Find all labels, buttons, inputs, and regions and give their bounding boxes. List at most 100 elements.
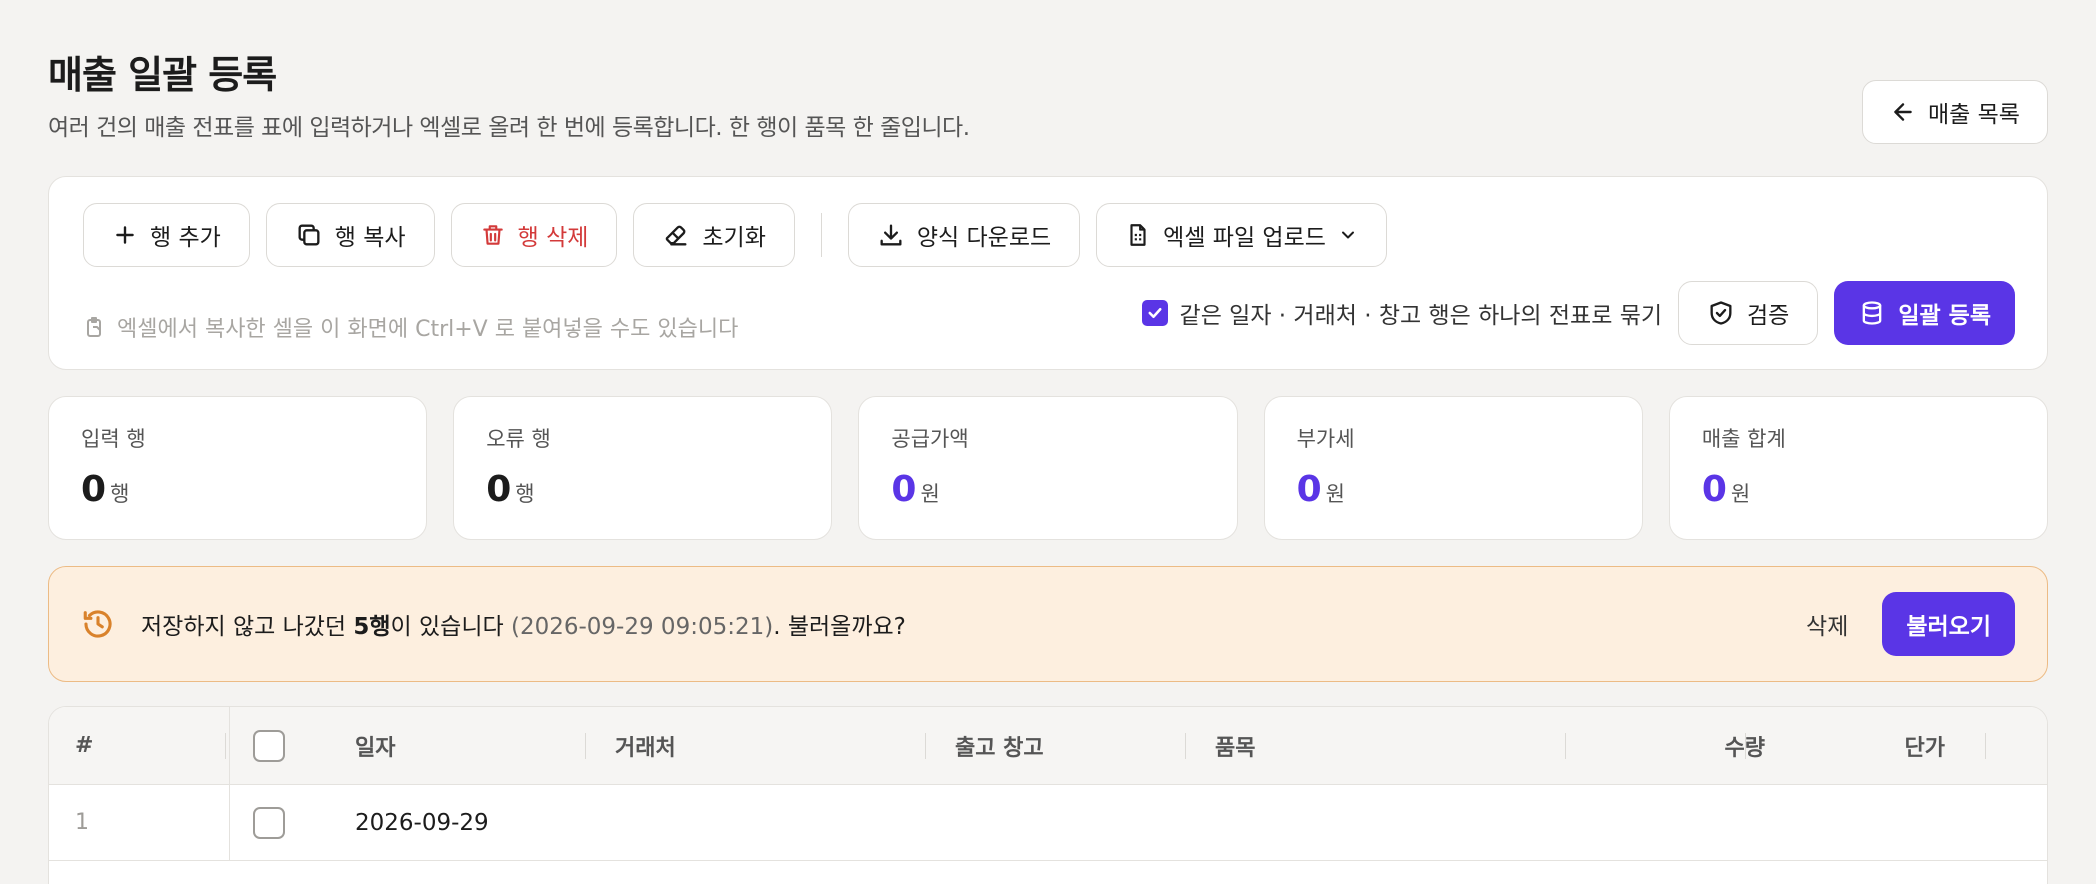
load-draft-label: 불러오기 [1906,614,1991,640]
entry-table: # 일자 거래처 출고 창고 품목 수량 단가 1 2026-09-29 [48,706,2048,884]
stat-card-input-rows: 입력 행 0 행 [48,396,428,540]
banner-prefix: 저장하지 않고 나갔던 [141,614,354,640]
column-separator [1745,733,1746,759]
stat-unit: 원 [1325,482,1345,506]
restore-draft-message: 저장하지 않고 나갔던 5행이 있습니다 (2026-09-29 09:05:2… [141,607,906,641]
stat-unit: 원 [920,482,940,506]
download-template-button[interactable]: 양식 다운로드 [847,203,1081,267]
page-subtitle: 여러 건의 매출 전표를 표에 입력하거나 엑셀로 올려 한 번에 등록합니다.… [48,115,970,141]
paste-hint: 엑셀에서 복사한 셀을 이 화면에 Ctrl+V 로 붙여넣을 수도 있습니다 [83,295,738,359]
copy-row-label: 행 복사 [334,225,406,251]
database-icon [1863,301,1882,325]
back-to-list-button[interactable]: 매출 목록 [1862,80,2048,144]
stat-unit: 원 [1730,482,1751,506]
toolbar-card: 행 추가 행 복사 행 삭제 초기화 양식 다운로드 엑셀 파일 업로드 엑셀에… [48,176,2048,370]
column-separator [1985,733,1986,759]
col-header-price: 단가 [1904,735,1945,761]
stat-value: 0 [1296,469,1322,510]
customer-cell[interactable] [615,785,915,860]
stat-unit: 행 [110,482,130,506]
validate-button[interactable]: 검증 [1678,281,1819,345]
stat-label: 오류 행 [486,427,551,451]
column-separator [925,733,926,759]
col-header-warehouse: 출고 창고 [955,735,1044,761]
row-checkbox[interactable] [253,806,285,839]
column-separator [585,733,586,759]
summary-stats: 입력 행 0 행 오류 행 0 행 공급가액 0 원 부가세 0 원 매출 합계… [48,396,2049,540]
copy-row-button[interactable]: 행 복사 [265,203,435,267]
toolbar-actions: 행 추가 행 복사 행 삭제 초기화 양식 다운로드 엑셀 파일 업로드 [83,203,1387,267]
row-select-cell [253,785,285,860]
check-icon [1148,307,1162,319]
warehouse-cell[interactable] [955,785,1175,860]
group-voucher-option[interactable]: 같은 일자 · 거래처 · 창고 행은 하나의 전표로 묶기 [1141,296,1663,330]
upload-excel-label: 엑셀 파일 업로드 [1163,225,1326,251]
paste-hint-text: 엑셀에서 복사한 셀을 이 화면에 Ctrl+V 로 붙여넣을 수도 있습니다 [117,317,739,342]
download-template-label: 양식 다운로드 [916,225,1052,251]
reset-button[interactable]: 초기화 [633,203,795,267]
col-header-date: 일자 [355,735,396,761]
qty-cell[interactable] [1575,785,1735,860]
group-voucher-label: 같은 일자 · 거래처 · 창고 행은 하나의 전표로 묶기 [1179,303,1663,329]
date-cell[interactable]: 2026-09-29 [355,785,489,860]
stat-card-sales-total: 매출 합계 0 원 [1668,396,2049,540]
stat-label: 매출 합계 [1701,427,1786,451]
column-divider [229,785,230,860]
stat-label: 공급가액 [891,427,969,451]
select-all-checkbox[interactable] [253,729,285,762]
select-all-cell [253,707,285,784]
add-row-label: 행 추가 [150,225,221,251]
col-header-item: 품목 [1215,735,1256,761]
chevron-down-icon [1341,231,1354,239]
spreadsheet-file-icon [1130,224,1146,246]
stat-value: 0 [486,469,512,510]
page-title: 매출 일괄 등록 [48,53,277,97]
back-button-label: 매출 목록 [1928,102,2020,128]
group-voucher-checkbox[interactable] [1141,300,1168,326]
banner-timestamp: (2026-09-29 09:05:21) [510,614,774,640]
validate-label: 검증 [1747,303,1790,329]
stat-unit: 행 [515,482,535,506]
banner-row-count: 5행 [353,614,391,640]
toolbar-divider [820,213,822,257]
arrow-left-icon [1894,103,1912,121]
stat-label: 입력 행 [81,427,146,451]
column-separator [1565,733,1566,759]
clipboard-icon [87,317,101,337]
reset-label: 초기화 [702,225,766,251]
stat-value: 0 [891,469,917,510]
bulk-register-label: 일괄 등록 [1898,303,1991,329]
stat-value: 0 [1701,469,1727,510]
add-row-button[interactable]: 행 추가 [83,203,250,267]
history-icon [83,610,112,638]
banner-middle: 이 있습니다 [390,614,511,640]
stat-card-supply-amount: 공급가액 0 원 [858,396,1238,540]
download-icon [880,224,902,246]
banner-suffix: . 불러올까요? [773,614,906,640]
price-cell[interactable] [1755,785,1975,860]
stat-value: 0 [81,469,107,510]
stat-card-error-rows: 오류 행 0 행 [453,396,833,540]
delete-row-button[interactable]: 행 삭제 [450,203,618,267]
eraser-icon [666,225,687,246]
toolbar-submit-area: 같은 일자 · 거래처 · 창고 행은 하나의 전표로 묶기 검증 일괄 등록 [1141,281,2015,345]
row-index: 1 [75,810,89,835]
discard-draft-button[interactable]: 삭제 [1806,607,1848,641]
load-draft-button[interactable]: 불러오기 [1882,592,2015,656]
bulk-register-button[interactable]: 일괄 등록 [1834,281,2015,345]
column-divider [229,707,230,784]
delete-row-label: 행 삭제 [517,225,589,251]
item-cell[interactable] [1215,785,1555,860]
column-separator [225,733,226,759]
stat-label: 부가세 [1296,427,1355,451]
column-separator [1185,733,1186,759]
plus-icon [116,226,134,244]
restore-draft-banner: 저장하지 않고 나갔던 5행이 있습니다 (2026-09-29 09:05:2… [48,566,2048,682]
table-header: # 일자 거래처 출고 창고 품목 수량 단가 [49,707,2047,785]
col-header-qty: 수량 [1724,735,1765,761]
shield-check-icon [1710,301,1732,325]
trash-icon [482,225,503,245]
col-header-customer: 거래처 [615,735,676,761]
table-row[interactable]: 1 2026-09-29 [49,785,2047,861]
upload-excel-button[interactable]: 엑셀 파일 업로드 [1096,203,1387,267]
